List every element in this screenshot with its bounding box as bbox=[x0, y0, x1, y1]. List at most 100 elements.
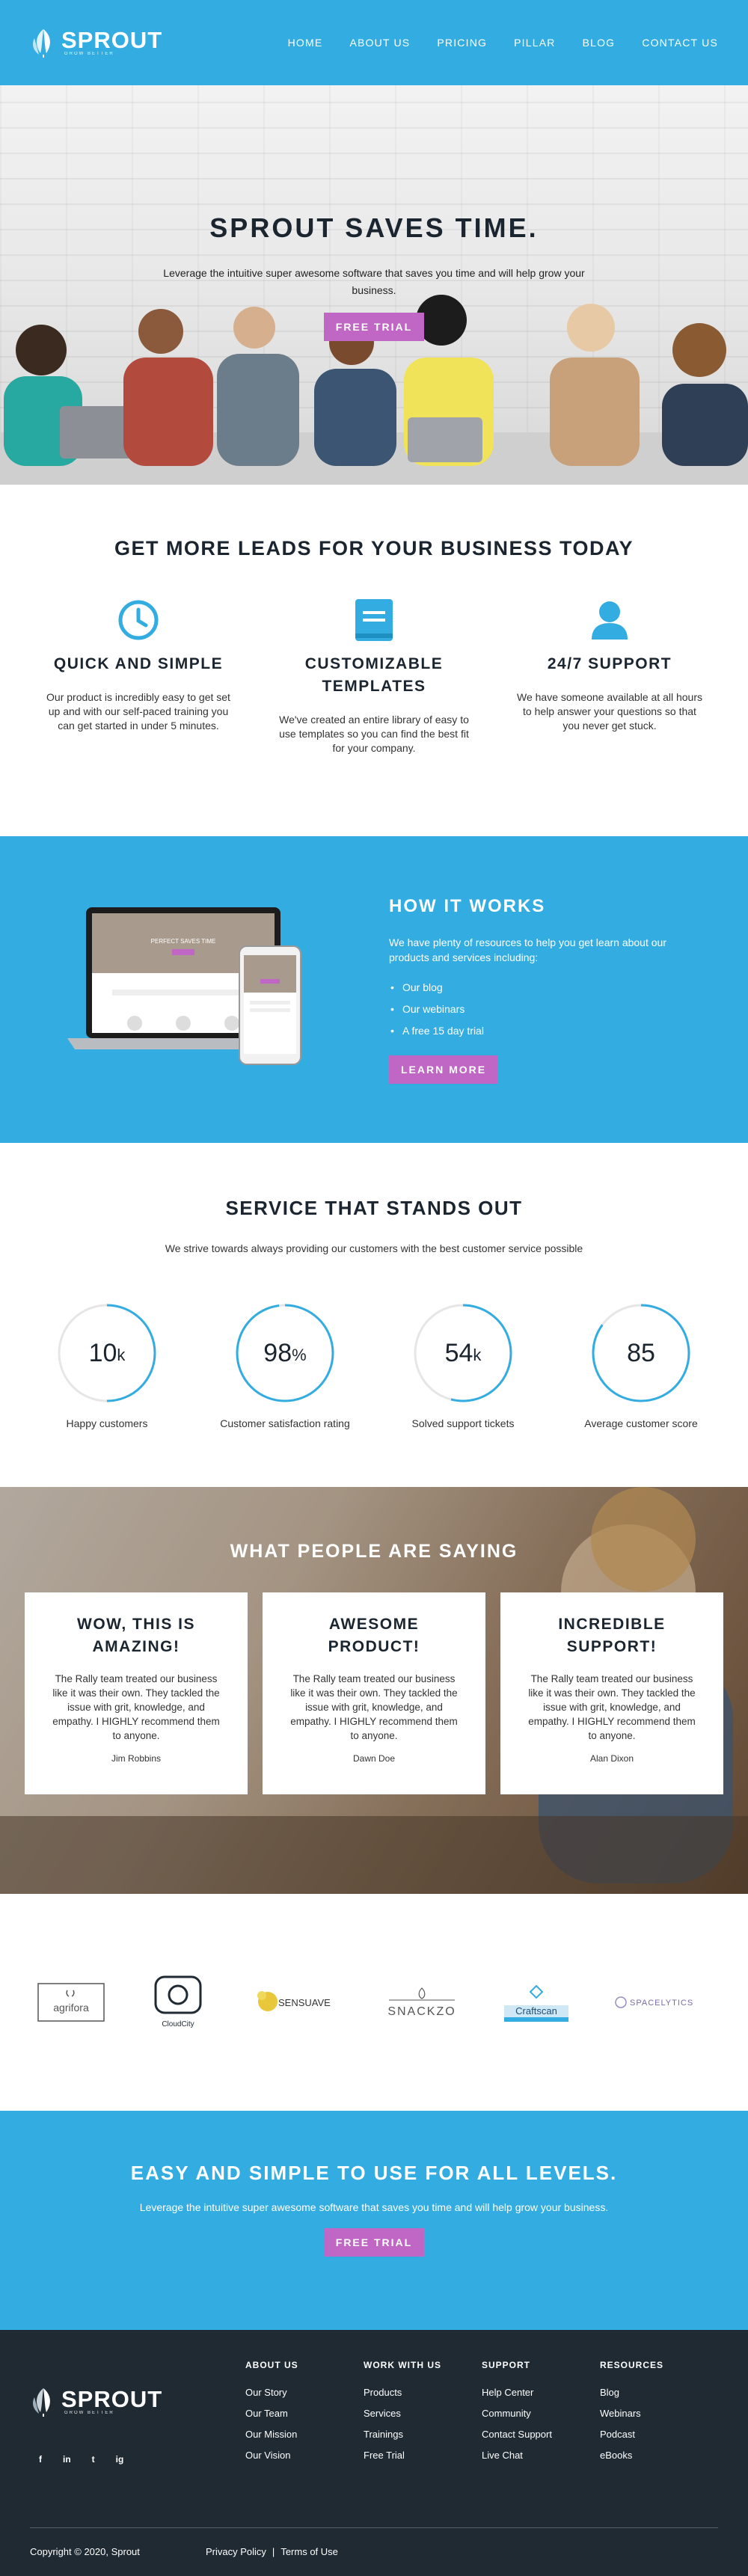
leads-title: GET MORE LEADS FOR YOUR BUSINESS TODAY bbox=[114, 537, 634, 559]
feature-title: CUSTOMIZABLE TEMPLATES bbox=[304, 655, 444, 695]
service-title: SERVICE THAT STANDS OUT bbox=[225, 1197, 523, 1219]
logo-sensuave: SENSUAVE bbox=[251, 1984, 341, 2021]
footer-link[interactable]: Blog bbox=[600, 2387, 718, 2398]
hero-free-trial-button[interactable]: FREE TRIAL bbox=[323, 313, 425, 341]
footer-link[interactable]: Community bbox=[482, 2408, 600, 2419]
brand-name: SPROUT bbox=[61, 27, 163, 53]
hero-content: SPROUT SAVES TIME. Leverage the intuitiv… bbox=[0, 212, 748, 341]
footer-column-resources: RESOURCES Blog Webinars Podcast eBooks bbox=[600, 2360, 718, 2471]
testimonial-cards: WOW, THIS IS AMAZING! The Rally team tre… bbox=[0, 1592, 748, 1794]
how-it-works-content: HOW IT WORKS We have plenty of resources… bbox=[389, 896, 703, 1084]
logo-text: SENSUAVE bbox=[278, 1997, 331, 2008]
footer-link[interactable]: Our Team bbox=[245, 2408, 364, 2419]
learn-more-button[interactable]: LEARN MORE bbox=[389, 1055, 499, 1084]
cta-title: EASY AND SIMPLE TO USE FOR ALL LEVELS. bbox=[130, 2162, 618, 2184]
brand-tagline: GROW BETTER bbox=[64, 2411, 114, 2415]
logo-text: agrifora bbox=[53, 2002, 89, 2014]
footer-link[interactable]: Our Vision bbox=[245, 2450, 364, 2461]
footer-link[interactable]: Our Story bbox=[245, 2387, 364, 2398]
footer-link[interactable]: Help Center bbox=[482, 2387, 600, 2398]
nav-blog[interactable]: BLOG bbox=[583, 37, 616, 49]
facebook-icon[interactable]: f bbox=[39, 2454, 42, 2465]
feature-customizable-templates: CUSTOMIZABLE TEMPLATES We've created an … bbox=[279, 598, 470, 755]
footer-link[interactable]: Contact Support bbox=[482, 2429, 600, 2440]
footer-column-about: ABOUT US Our Story Our Team Our Mission … bbox=[245, 2360, 364, 2471]
feature-text: Our product is incredibly easy to get se… bbox=[46, 691, 230, 732]
feature-title: 24/7 SUPPORT bbox=[547, 655, 672, 672]
stat-value: 85 bbox=[627, 1338, 655, 1367]
logo-text: CloudCity bbox=[162, 2020, 194, 2028]
testimonial-card: INCREDIBLE SUPPORT! The Rally team treat… bbox=[500, 1592, 723, 1794]
testimonial-title: WOW, THIS IS AMAZING! bbox=[77, 1616, 195, 1655]
user-icon bbox=[589, 598, 631, 643]
features-row: QUICK AND SIMPLE Our product is incredib… bbox=[0, 598, 748, 755]
how-text: We have plenty of resources to help you … bbox=[389, 936, 666, 963]
feature-text: We've created an entire library of easy … bbox=[279, 714, 469, 754]
testimonials-title: WHAT PEOPLE ARE SAYING bbox=[230, 1541, 518, 1562]
footer-link[interactable]: Services bbox=[364, 2408, 482, 2419]
stat-satisfaction-rating: 98% Customer satisfaction rating bbox=[216, 1302, 354, 1429]
nav-contact-us[interactable]: CONTACT US bbox=[642, 37, 718, 49]
stat-average-score: 85 Average customer score bbox=[572, 1302, 710, 1429]
leaf-logo-icon bbox=[33, 29, 50, 58]
footer-column-support: SUPPORT Help Center Community Contact Su… bbox=[482, 2360, 600, 2471]
progress-ring: 85 bbox=[590, 1302, 692, 1404]
footer-link[interactable]: Trainings bbox=[364, 2429, 482, 2440]
brand-logo[interactable]: SPROUT GROW BETTER bbox=[30, 28, 162, 58]
site-footer: SPROUT GROW BETTER f in t ig ABOUT US Ou… bbox=[0, 2330, 748, 2576]
logo-snackzo: SNACKZO bbox=[384, 1984, 459, 2021]
progress-ring: 10 k bbox=[56, 1302, 158, 1404]
footer-columns: ABOUT US Our Story Our Team Our Mission … bbox=[245, 2360, 718, 2471]
footer-link[interactable]: Our Mission bbox=[245, 2429, 364, 2440]
list-item: Our webinars bbox=[389, 999, 703, 1020]
twitter-icon[interactable]: t bbox=[92, 2454, 95, 2465]
logo-craftscan: Craftscan bbox=[503, 1980, 570, 2025]
stat-label: Average customer score bbox=[584, 1417, 698, 1429]
site-header: SPROUT GROW BETTER HOME ABOUT US PRICING… bbox=[0, 0, 748, 85]
feature-title: QUICK AND SIMPLE bbox=[53, 655, 224, 672]
logo-text: Craftscan bbox=[515, 2005, 557, 2017]
feature-text: We have someone available at all hours t… bbox=[516, 691, 702, 732]
testimonial-text: The Rally team treated our business like… bbox=[290, 1673, 458, 1741]
footer-link[interactable]: Podcast bbox=[600, 2429, 718, 2440]
progress-ring: 54 k bbox=[412, 1302, 514, 1404]
nav-pricing[interactable]: PRICING bbox=[437, 37, 487, 49]
testimonials-section: WHAT PEOPLE ARE SAYING WOW, THIS IS AMAZ… bbox=[0, 1487, 748, 1894]
footer-column-work: WORK WITH US Products Services Trainings… bbox=[364, 2360, 482, 2471]
cta-free-trial-button[interactable]: FREE TRIAL bbox=[323, 2228, 425, 2257]
privacy-policy-link[interactable]: Privacy Policy bbox=[206, 2546, 266, 2557]
how-title: HOW IT WORKS bbox=[389, 895, 546, 916]
stat-unit: k bbox=[117, 1346, 126, 1364]
nav-pillar[interactable]: PILLAR bbox=[514, 37, 555, 49]
terms-of-use-link[interactable]: Terms of Use bbox=[280, 2546, 338, 2557]
stat-label: Solved support tickets bbox=[411, 1417, 515, 1429]
nav-home[interactable]: HOME bbox=[288, 37, 323, 49]
cta-section: EASY AND SIMPLE TO USE FOR ALL LEVELS. L… bbox=[0, 2111, 748, 2330]
stat-value: 10 bbox=[88, 1338, 117, 1367]
social-links: f in t ig bbox=[39, 2454, 245, 2465]
testimonial-author: Alan Dixon bbox=[589, 1753, 634, 1764]
book-icon bbox=[354, 598, 394, 643]
nav-about-us[interactable]: ABOUT US bbox=[349, 37, 410, 49]
stat-unit: k bbox=[473, 1346, 482, 1364]
page: SPROUT GROW BETTER HOME ABOUT US PRICING… bbox=[0, 0, 748, 2576]
footer-logo[interactable]: SPROUT GROW BETTER bbox=[30, 2387, 245, 2417]
footer-link[interactable]: Free Trial bbox=[364, 2450, 482, 2461]
footer-column-title: WORK WITH US bbox=[364, 2360, 441, 2370]
testimonial-text: The Rally team treated our business like… bbox=[52, 1673, 220, 1741]
footer-link[interactable]: Live Chat bbox=[482, 2450, 600, 2461]
leads-section: GET MORE LEADS FOR YOUR BUSINESS TODAY Q… bbox=[0, 485, 748, 836]
footer-link[interactable]: eBooks bbox=[600, 2450, 718, 2461]
instagram-icon[interactable]: ig bbox=[116, 2454, 124, 2465]
footer-column-title: RESOURCES bbox=[600, 2360, 664, 2370]
list-item: Our blog bbox=[389, 977, 703, 999]
hero-subtitle: Leverage the intuitive super awesome sof… bbox=[163, 267, 585, 296]
footer-link[interactable]: Webinars bbox=[600, 2408, 718, 2419]
service-subtitle: We strive towards always providing our c… bbox=[165, 1242, 583, 1254]
testimonial-card: AWESOME PRODUCT! The Rally team treated … bbox=[263, 1592, 485, 1794]
how-it-works-section: PERFECT SAVES TIME HOW IT WORKS We have … bbox=[0, 836, 748, 1143]
logo-agrifora: agrifora bbox=[37, 1983, 105, 2022]
linkedin-icon[interactable]: in bbox=[63, 2454, 71, 2465]
footer-link[interactable]: Products bbox=[364, 2387, 482, 2398]
logo-text: SPACELYTICS bbox=[630, 1999, 693, 2008]
